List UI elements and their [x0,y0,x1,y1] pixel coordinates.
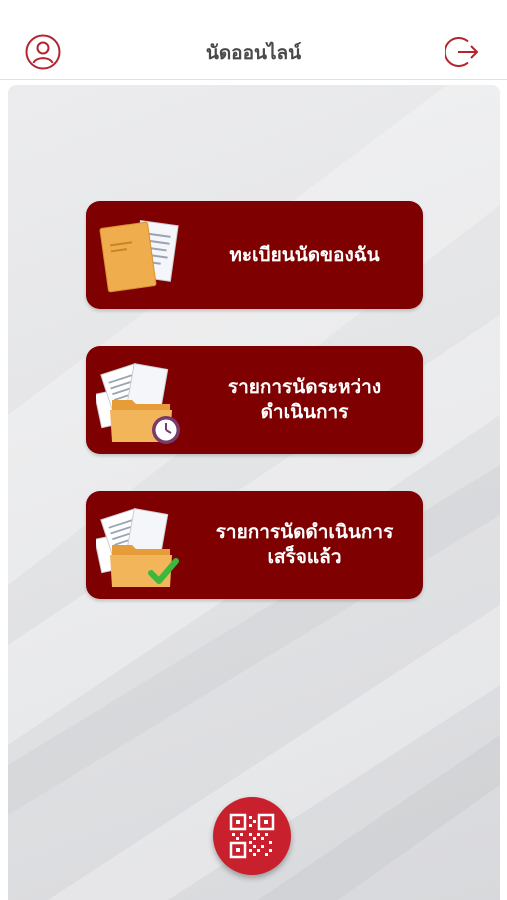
menu-card-label-line1: รายการนัดระหว่าง [227,376,382,398]
logout-button[interactable] [445,33,483,71]
documents-icon [99,219,179,293]
folder-clock-icon [96,362,180,444]
page-title: นัดออนไลน์ [205,42,302,64]
menu-card-label-line2: ดำเนินการ [260,401,349,423]
logout-icon [445,37,479,67]
qr-code-icon [229,813,275,859]
menu-card-label-line1: รายการนัดดำเนินการ [215,521,394,543]
qr-scan-button[interactable] [213,797,291,875]
menu-card-completed[interactable]: รายการนัดดำเนินการ เสร็จแล้ว [86,491,423,599]
menu-card-label-line2: เสร็จแล้ว [267,546,342,568]
menu-card-in-progress[interactable]: รายการนัดระหว่าง ดำเนินการ [86,346,423,454]
content-panel: ทะเบียนนัดของฉัน รายการนัดระหว่าง ดำเนิน… [8,85,500,900]
menu-card-my-appointments[interactable]: ทะเบียนนัดของฉัน [86,201,423,309]
menu-card-label-line1: ทะเบียนนัดของฉัน [229,243,380,266]
app-header: นัดออนไลน์ [0,0,507,80]
folder-check-icon [96,507,179,587]
